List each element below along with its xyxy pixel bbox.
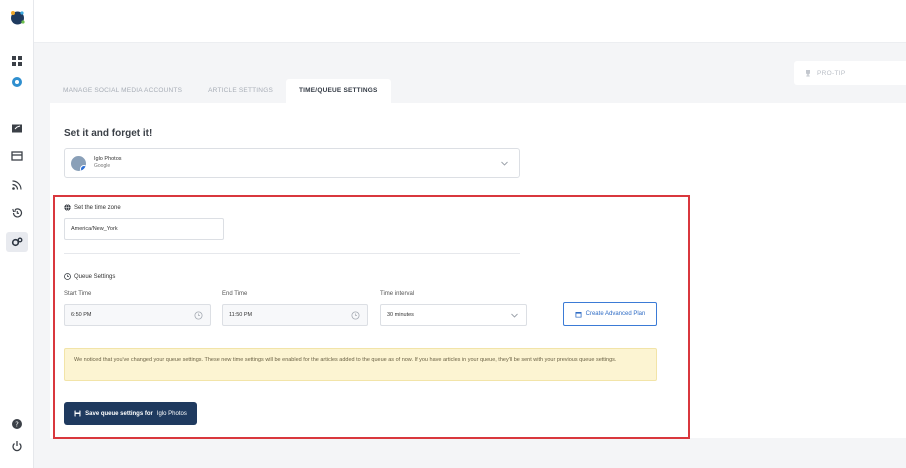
power-icon[interactable] [10, 439, 24, 453]
sidebar: ? [0, 0, 34, 468]
account-network: Google [94, 163, 111, 169]
chevron-down-icon [501, 161, 508, 166]
help-icon[interactable]: ? [10, 417, 24, 431]
pro-tip-panel[interactable]: PRO-TIP [794, 61, 906, 85]
top-header [34, 0, 906, 43]
annotation-highlight-box [53, 195, 690, 439]
trophy-icon [806, 70, 810, 77]
history-icon[interactable] [10, 206, 24, 220]
tab-time-queue-settings[interactable]: TIME/QUEUE SETTINGS [285, 79, 391, 103]
account-selector[interactable]: Iglo Photos Google [64, 148, 520, 178]
app-logo-icon[interactable] [9, 9, 26, 26]
google-badge-icon [80, 164, 86, 171]
settings-gears-icon[interactable] [10, 235, 24, 249]
plan-badge-icon[interactable] [10, 75, 24, 89]
settings-tabs: MANAGE SOCIAL MEDIA ACCOUNTS ARTICLE SET… [50, 79, 391, 103]
compose-icon[interactable] [10, 122, 24, 136]
tab-article-settings[interactable]: ARTICLE SETTINGS [195, 79, 286, 103]
pro-tip-label: PRO-TIP [817, 69, 846, 77]
articles-icon[interactable] [10, 149, 24, 163]
svg-text:?: ? [15, 421, 19, 429]
rss-icon[interactable] [10, 178, 24, 192]
tab-manage-social-media-accounts[interactable]: MANAGE SOCIAL MEDIA ACCOUNTS [50, 79, 195, 103]
account-avatar [71, 155, 86, 171]
account-name: Iglo Photos [94, 156, 122, 162]
page-title: Set it and forget it! [64, 128, 153, 139]
dashboard-icon[interactable] [10, 54, 24, 68]
